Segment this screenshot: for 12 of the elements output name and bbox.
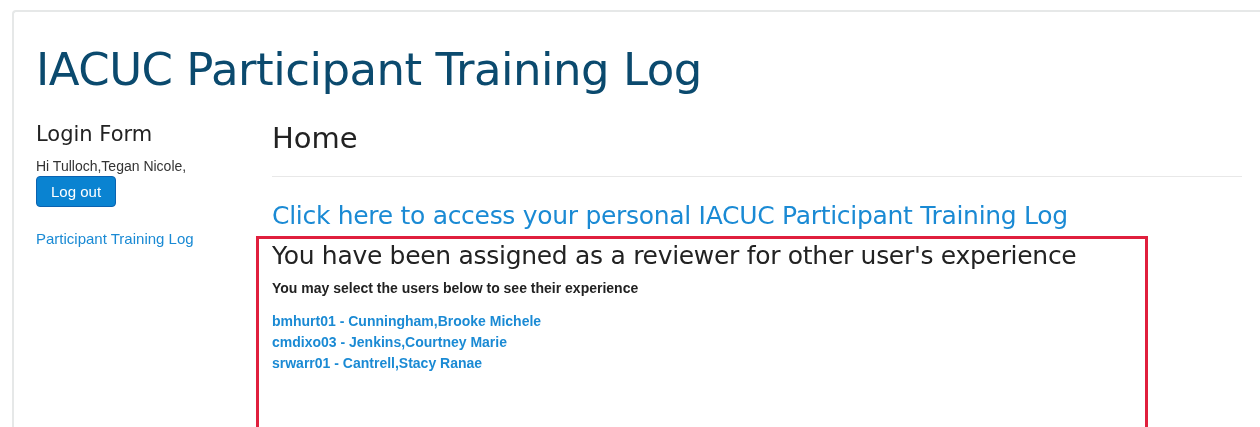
training-log-link[interactable]: Click here to access your personal IACUC Participant Training Log bbox=[272, 201, 1068, 230]
greeting-text: Hi Tulloch,Tegan Nicole, bbox=[36, 158, 187, 174]
user-link[interactable]: bmhurt01 - Cunningham,Brooke Michele bbox=[272, 311, 542, 332]
logout-button[interactable]: Log out bbox=[36, 176, 117, 207]
instruction-text: You may select the users below to see their experience bbox=[272, 280, 639, 296]
sidebar-link[interactable]: Participant Training Log bbox=[36, 230, 194, 247]
site-title: IACUC Participant Training Log bbox=[36, 42, 702, 98]
page-heading: Home bbox=[272, 120, 358, 156]
user-link[interactable]: srwarr01 - Cantrell,Stacy Ranae bbox=[272, 353, 483, 374]
user-link[interactable]: cmdixo03 - Jenkins,Courtney Marie bbox=[272, 332, 507, 353]
sidebar-heading: Login Form bbox=[36, 121, 153, 148]
panel-heading: You have been assigned as a reviewer for other user's experience bbox=[272, 241, 1077, 270]
